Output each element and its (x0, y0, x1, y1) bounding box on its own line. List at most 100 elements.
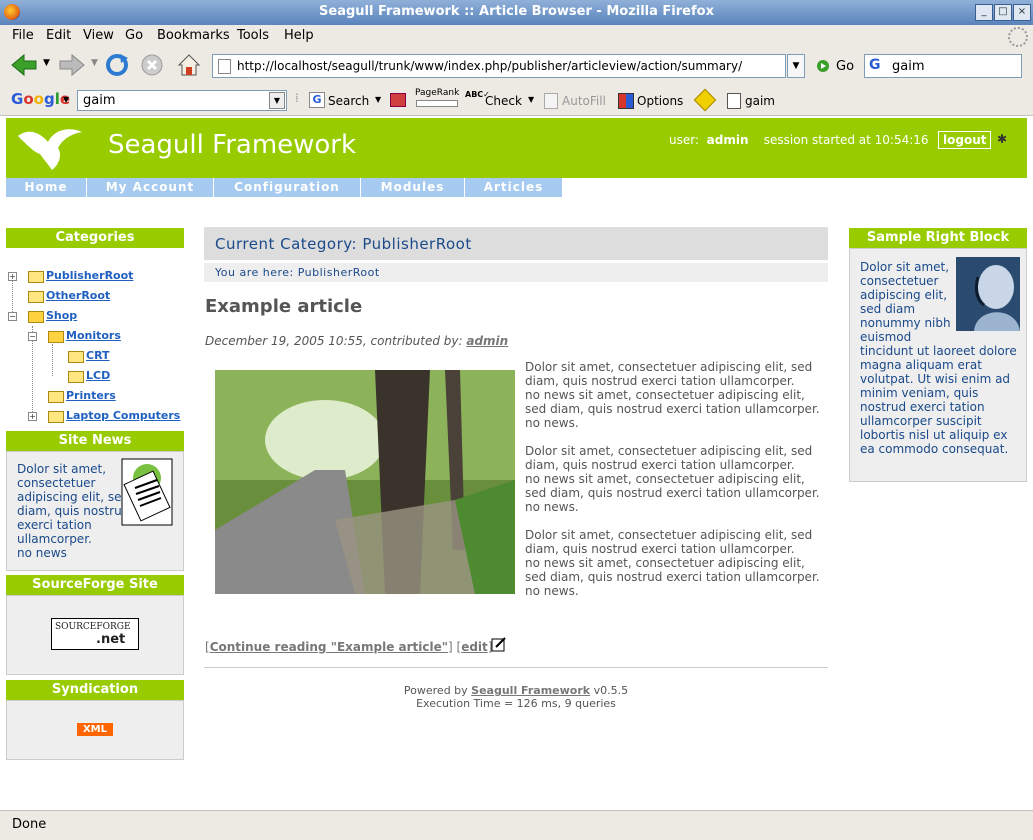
throbber-icon (1008, 27, 1028, 47)
article-author-link[interactable]: admin (466, 334, 508, 348)
check-button[interactable]: Check (485, 94, 522, 108)
check-dropdown-icon[interactable]: ▼ (528, 95, 534, 104)
page-viewport: Seagull Framework user: admin session st… (0, 116, 1033, 810)
menu-view[interactable]: View (83, 28, 114, 43)
google-menu-icon[interactable]: ▼ (63, 95, 69, 104)
logout-button[interactable]: logout (938, 131, 992, 149)
news-icon[interactable] (390, 93, 406, 107)
paragraph-2: Dolor sit amet, consectetuer adipiscing … (525, 444, 825, 514)
autofill-icon[interactable] (544, 93, 558, 109)
word-find-button[interactable]: gaim (745, 94, 775, 108)
category-header: Current Category: PublisherRoot (204, 227, 828, 260)
footer-seagull-link[interactable]: Seagull Framework (471, 684, 590, 697)
continue-reading-link[interactable]: Continue reading "Example article" (210, 640, 448, 654)
close-button[interactable]: × (1013, 4, 1031, 21)
tab-home[interactable]: Home (6, 178, 87, 197)
google-search-button[interactable]: Search (328, 94, 369, 108)
article-date: December 19, 2005 10:55, contributed by: (205, 334, 463, 348)
google-logo[interactable]: Google (11, 90, 70, 108)
paragraph-text: no news sit amet, consectetuer adipiscin… (525, 556, 820, 584)
status-text: Done (12, 817, 47, 832)
back-arrow-icon[interactable] (10, 53, 38, 77)
category-monitors[interactable]: Monitors (66, 329, 121, 342)
category-shop[interactable]: Shop (46, 309, 77, 322)
paragraph-text: no news sit amet, consectetuer adipiscin… (525, 472, 820, 500)
autofill-button[interactable]: AutoFill (562, 94, 606, 108)
highlighter-icon[interactable] (693, 88, 717, 112)
sourceforge-logo-text: SOURCEFORGE (55, 622, 131, 632)
reload-icon[interactable] (104, 52, 130, 78)
paragraph-text: Dolor sit amet, consectetuer adipiscing … (525, 360, 813, 388)
menu-bar: File Edit View Go Bookmarks Tools Help (0, 25, 1033, 47)
open-folder-icon (28, 311, 44, 323)
google-search-engine-icon[interactable]: G (869, 57, 881, 73)
search-input[interactable]: gaim (892, 59, 925, 74)
category-publisherroot[interactable]: PublisherRoot (46, 269, 133, 282)
word-find-icon[interactable] (727, 93, 741, 109)
google-search-input[interactable]: gaim ▼ (77, 90, 287, 111)
back-dropdown-icon[interactable]: ▼ (43, 58, 50, 68)
google-search-icon[interactable]: G (309, 92, 325, 108)
maximize-button[interactable]: □ (994, 4, 1012, 21)
category-printers[interactable]: Printers (66, 389, 116, 402)
stop-icon[interactable] (140, 53, 164, 77)
status-bar: Done (0, 810, 1033, 840)
forward-dropdown-icon[interactable]: ▼ (91, 58, 98, 68)
paragraph-text: no news. (525, 500, 579, 514)
tab-configuration[interactable]: Configuration (214, 178, 361, 197)
site-brand[interactable]: Seagull Framework (108, 130, 356, 160)
collapse-monitors-icon[interactable]: − (28, 332, 37, 341)
home-icon[interactable] (176, 52, 202, 78)
menu-go[interactable]: Go (125, 28, 143, 43)
menu-tools[interactable]: Tools (237, 28, 269, 43)
article-body: Dolor sit amet, consectetuer adipiscing … (525, 360, 825, 598)
url-bar[interactable]: http://localhost/seagull/trunk/www/index… (212, 54, 786, 78)
category-crt[interactable]: CRT (86, 349, 110, 362)
category-otherroot[interactable]: OtherRoot (46, 289, 110, 302)
go-button[interactable]: Go (836, 59, 854, 74)
sourceforge-block: SOURCEFORGE .net (6, 595, 184, 675)
edit-link[interactable]: edit (461, 640, 488, 654)
menu-file[interactable]: File (12, 28, 34, 43)
menu-bookmarks[interactable]: Bookmarks (157, 28, 230, 43)
paragraph-text: Dolor sit amet, consectetuer adipiscing … (525, 444, 813, 472)
seagull-logo-icon[interactable] (16, 124, 86, 172)
category-lcd[interactable]: LCD (86, 369, 110, 382)
tab-articles[interactable]: Articles (465, 178, 563, 197)
menu-help[interactable]: Help (284, 28, 314, 43)
bug-icon[interactable]: ✱ (997, 132, 1007, 146)
expand-publisherroot-icon[interactable]: + (8, 272, 17, 281)
breadcrumb-text: You are here: PublisherRoot (215, 266, 380, 279)
pagerank-label[interactable]: PageRank (415, 88, 459, 98)
menu-edit[interactable]: Edit (46, 28, 71, 43)
google-history-dropdown[interactable]: ▼ (269, 92, 285, 109)
tree-line (52, 344, 53, 376)
go-icon[interactable] (816, 59, 830, 73)
forward-arrow-icon[interactable] (58, 53, 86, 77)
tab-my-account[interactable]: My Account (87, 178, 214, 197)
edit-icon[interactable] (491, 636, 507, 652)
xml-feed-badge[interactable]: XML (77, 723, 113, 736)
search-dropdown-icon[interactable]: ▼ (375, 95, 381, 104)
site-news-title: Site News (6, 431, 184, 451)
search-box[interactable]: G gaim (864, 54, 1022, 78)
expand-laptop-icon[interactable]: + (28, 412, 37, 421)
options-button[interactable]: Options (637, 94, 683, 108)
minimize-button[interactable]: _ (975, 4, 993, 21)
collapse-shop-icon[interactable]: − (8, 312, 17, 321)
tab-modules[interactable]: Modules (361, 178, 465, 197)
google-toolbar: Google ▼ gaim ▼ ⁞ G Search ▼ PageRank AB… (0, 85, 1033, 116)
options-icon[interactable] (618, 93, 634, 109)
footer-exec-time: Execution Time = 126 ms, 9 queries (416, 697, 616, 710)
url-dropdown-button[interactable]: ▼ (787, 54, 805, 78)
category-laptop-computers[interactable]: Laptop Computers (66, 409, 180, 422)
site-news-text: Dolor sit amet, consectetuer adipiscing … (17, 462, 130, 546)
window-titlebar: Seagull Framework :: Article Browser - M… (0, 0, 1033, 26)
toolbar-separator: ⁞ (295, 91, 299, 105)
article-meta: December 19, 2005 10:55, contributed by:… (205, 334, 508, 348)
footer-powered: Powered by Seagull Framework v0.5.5 (204, 684, 828, 697)
sourceforge-logo[interactable]: SOURCEFORGE .net (51, 618, 139, 650)
window-title: Seagull Framework :: Article Browser - M… (319, 4, 714, 19)
footer-powered-label: Powered by (403, 684, 468, 697)
navigation-toolbar: ▼ ▼ http://localhost/seagull/trunk/www/i… (0, 47, 1033, 85)
